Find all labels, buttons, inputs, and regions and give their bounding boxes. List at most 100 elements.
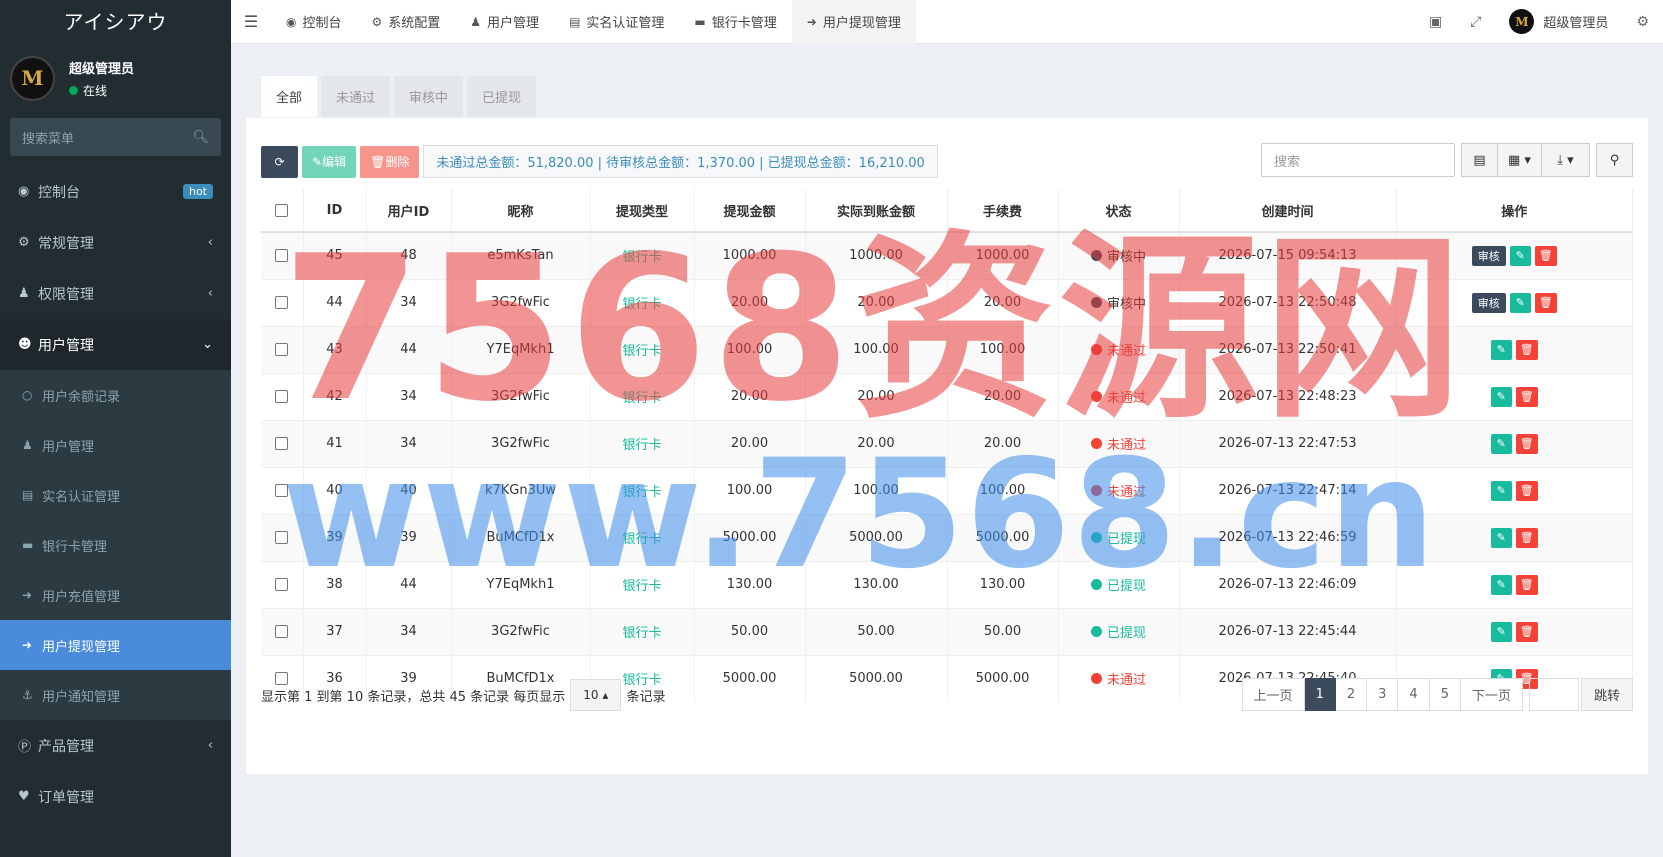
tab-rejected[interactable]: 未通过 (321, 76, 391, 117)
sidebar-item-balance-log[interactable]: ○ 用户余额记录 (0, 370, 231, 420)
table-row[interactable]: 38 44 Y7EqMkh1 银行卡 130.00 130.00 130.00 已提现 2026… (261, 560, 1633, 608)
table-row[interactable]: 39 39 BuMCfD1x 银行卡 5000.00 5000.00 5000.00 已提现 2… (261, 513, 1633, 561)
page-button[interactable]: 4 (1398, 678, 1430, 711)
col-id[interactable]: ID (303, 189, 367, 233)
search-icon[interactable]: 🔍︎ (192, 130, 209, 145)
page-size-select[interactable]: 10 ▴ (570, 679, 622, 711)
toggle-view-button[interactable]: ▤ (1461, 143, 1498, 177)
menu-toggle-icon[interactable]: ☰ (231, 12, 271, 31)
table-row[interactable]: 41 34 3G2fwFic 银行卡 20.00 20.00 20.00 未通过 2026-07… (261, 419, 1633, 467)
jump-button[interactable]: 跳转 (1580, 678, 1633, 711)
tab-system-config[interactable]: ⚙ 系统配置 (357, 0, 456, 44)
row-checkbox[interactable] (261, 231, 304, 279)
col-nickname[interactable]: 昵称 (451, 189, 591, 233)
page-button[interactable]: 3 (1367, 678, 1399, 711)
table-row[interactable]: 43 44 Y7EqMkh1 银行卡 100.00 100.00 100.00 未通过 2026… (261, 325, 1633, 373)
delete-button[interactable]: 🗑︎ 删除 (360, 145, 420, 178)
col-withdraw-type[interactable]: 提现类型 (590, 189, 695, 233)
menu-search-input[interactable]: 搜索菜单 🔍︎ (10, 118, 221, 156)
sidebar-item-withdraw[interactable]: ➜ 用户提现管理 (0, 620, 231, 670)
tab-dashboard[interactable]: ◉ 控制台 (271, 0, 357, 44)
row-edit-button[interactable]: ✎ (1509, 245, 1531, 266)
row-checkbox[interactable] (261, 372, 304, 420)
col-user-id[interactable]: 用户ID (366, 189, 452, 233)
page-button[interactable]: 1 (1304, 678, 1336, 711)
sidebar-item-notify[interactable]: ⚓ 用户通知管理 (0, 670, 231, 720)
row-delete-button[interactable]: 🗑︎ (1534, 245, 1557, 266)
sidebar-item-permissions[interactable]: ♟ 权限管理 ‹ (0, 268, 231, 319)
row-edit-button[interactable]: ✎ (1509, 292, 1531, 313)
translate-icon[interactable]: ▣ (1415, 14, 1456, 30)
admin-user-menu[interactable]: M 超级管理员 (1495, 9, 1622, 34)
tab-reviewing[interactable]: 审核中 (394, 76, 464, 117)
row-delete-button[interactable]: 🗑︎ (1515, 386, 1538, 407)
select-all-checkbox[interactable] (261, 189, 304, 233)
sidebar-item-products[interactable]: Ⓟ 产品管理 ‹ (0, 720, 231, 771)
pencil-icon: ✎ (1496, 437, 1506, 450)
table-row[interactable]: 45 48 e5mKsTan 银行卡 1000.00 1000.00 1000.00 审核中 2… (261, 231, 1633, 279)
audit-button[interactable]: 审核 (1471, 245, 1506, 266)
col-status[interactable]: 状态 (1058, 189, 1180, 233)
sidebar-item-realname[interactable]: ▤ 实名认证管理 (0, 470, 231, 520)
sidebar-item-users[interactable]: ☻ 用户管理 ⌄ (0, 319, 231, 370)
user-status: 在线 (69, 82, 134, 99)
edit-button[interactable]: ✎ 编辑 (302, 145, 357, 178)
row-delete-button[interactable]: 🗑︎ (1515, 574, 1538, 595)
search-button[interactable]: ⚲ (1596, 143, 1633, 177)
table-row[interactable]: 37 34 3G2fwFic 银行卡 50.00 50.00 50.00 已提现 2026-07… (261, 607, 1633, 655)
tab-all[interactable]: 全部 (261, 76, 318, 117)
sidebar-item-general[interactable]: ⚙ 常规管理 ‹ (0, 217, 231, 268)
export-button[interactable]: ⤓ ▾ (1542, 143, 1590, 177)
sidebar-item-recharge[interactable]: ➜ 用户充值管理 (0, 570, 231, 620)
col-actual-amount[interactable]: 实际到账金额 (805, 189, 948, 233)
row-checkbox[interactable] (261, 466, 304, 514)
table-search-input[interactable]: 搜索 (1261, 143, 1455, 177)
prev-page-button[interactable]: 上一页 (1241, 678, 1305, 711)
next-page-button[interactable]: 下一页 (1460, 678, 1523, 711)
table-row[interactable]: 40 40 k7KGn3Uw 银行卡 100.00 100.00 100.00 未通过 2026… (261, 466, 1633, 514)
row-delete-button[interactable]: 🗑︎ (1515, 480, 1538, 501)
row-checkbox[interactable] (261, 513, 304, 561)
row-delete-button[interactable]: 🗑︎ (1515, 527, 1538, 548)
row-delete-button[interactable]: 🗑︎ (1534, 292, 1557, 313)
sidebar-item-user-manage[interactable]: ♟ 用户管理 (0, 420, 231, 470)
settings-gears-icon[interactable]: ⚙ (1622, 14, 1663, 30)
audit-button[interactable]: 审核 (1471, 292, 1506, 313)
row-checkbox[interactable] (261, 607, 304, 655)
row-edit-button[interactable]: ✎ (1490, 621, 1512, 642)
row-delete-button[interactable]: 🗑︎ (1515, 339, 1538, 360)
app-logo[interactable]: アイシアウ (0, 0, 231, 44)
table-row[interactable]: 42 34 3G2fwFic 银行卡 20.00 20.00 20.00 未通过 2026-07… (261, 372, 1633, 420)
row-edit-button[interactable]: ✎ (1490, 433, 1512, 454)
table-row[interactable]: 44 34 3G2fwFic 银行卡 20.00 20.00 20.00 审核中 2026-07… (261, 278, 1633, 326)
jump-page-input[interactable] (1528, 678, 1579, 711)
row-checkbox[interactable] (261, 419, 304, 467)
row-edit-button[interactable]: ✎ (1490, 480, 1512, 501)
row-delete-button[interactable]: 🗑︎ (1515, 621, 1538, 642)
tab-bankcard[interactable]: ▬ 银行卡管理 (679, 0, 791, 44)
tab-withdrawn[interactable]: 已提现 (467, 76, 537, 117)
col-amount[interactable]: 提现金额 (694, 189, 806, 233)
sidebar-item-orders[interactable]: ♥ 订单管理 (0, 771, 231, 822)
row-delete-button[interactable]: 🗑︎ (1515, 433, 1538, 454)
row-checkbox[interactable] (261, 325, 304, 373)
page-button[interactable]: 2 (1335, 678, 1368, 711)
row-edit-button[interactable]: ✎ (1490, 527, 1512, 548)
page-button[interactable]: 5 (1429, 678, 1461, 711)
row-checkbox[interactable] (261, 278, 304, 326)
tab-user-manage[interactable]: ♟ 用户管理 (455, 0, 554, 44)
tab-withdraw[interactable]: ➜ 用户提现管理 (791, 0, 916, 44)
sidebar-item-bankcard[interactable]: ▬ 银行卡管理 (0, 520, 231, 570)
row-edit-button[interactable]: ✎ (1490, 339, 1512, 360)
cell-id: 41 (303, 419, 367, 467)
sidebar-item-dashboard[interactable]: ◉ 控制台 hot (0, 166, 231, 217)
row-edit-button[interactable]: ✎ (1490, 386, 1512, 407)
refresh-button[interactable]: ⟳ (261, 145, 298, 178)
tab-realname[interactable]: ▤ 实名认证管理 (554, 0, 679, 44)
row-edit-button[interactable]: ✎ (1490, 574, 1512, 595)
fullscreen-icon[interactable]: ⤢ (1456, 14, 1495, 30)
col-created-time[interactable]: 创建时间 (1179, 189, 1397, 233)
columns-button[interactable]: ▦ ▾ (1498, 143, 1542, 177)
col-fee[interactable]: 手续费 (947, 189, 1059, 233)
row-checkbox[interactable] (261, 560, 304, 608)
